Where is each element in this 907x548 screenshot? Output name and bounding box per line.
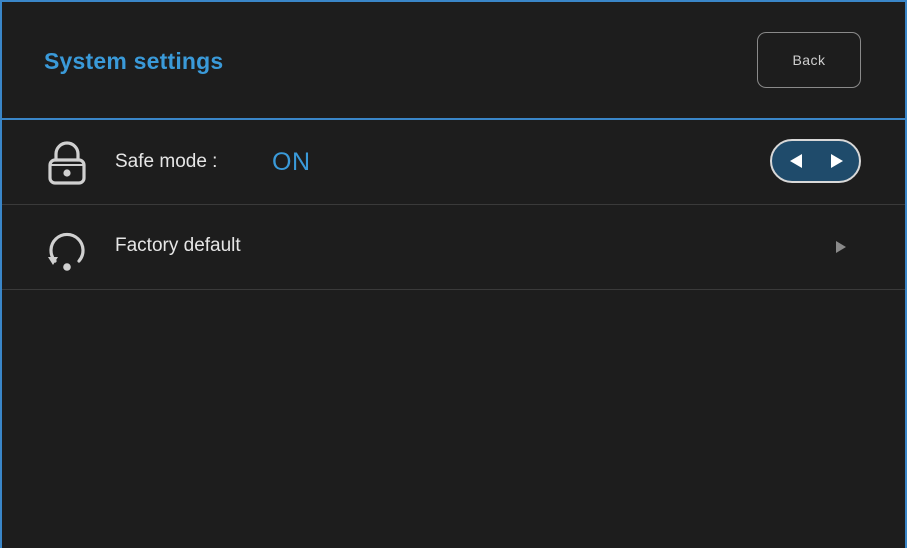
header-bar: System settings Back [2,2,905,120]
lock-icon [42,138,92,188]
page-title: System settings [44,48,224,74]
safe-mode-toggle[interactable] [770,139,861,183]
arrow-right-icon[interactable] [827,151,847,171]
safe-mode-value: ON [272,148,311,176]
arrow-left-icon[interactable] [786,151,806,171]
factory-default-label: Factory default [115,235,241,256]
reset-icon [42,223,92,273]
chevron-right-icon[interactable] [834,239,848,255]
safe-mode-row: Safe mode : ON [2,120,905,205]
factory-default-row[interactable]: Factory default [2,205,905,290]
back-button[interactable]: Back [757,32,861,88]
safe-mode-label: Safe mode : [115,151,218,172]
settings-screen: System settings Back Safe mode : ON Fact… [0,0,907,548]
